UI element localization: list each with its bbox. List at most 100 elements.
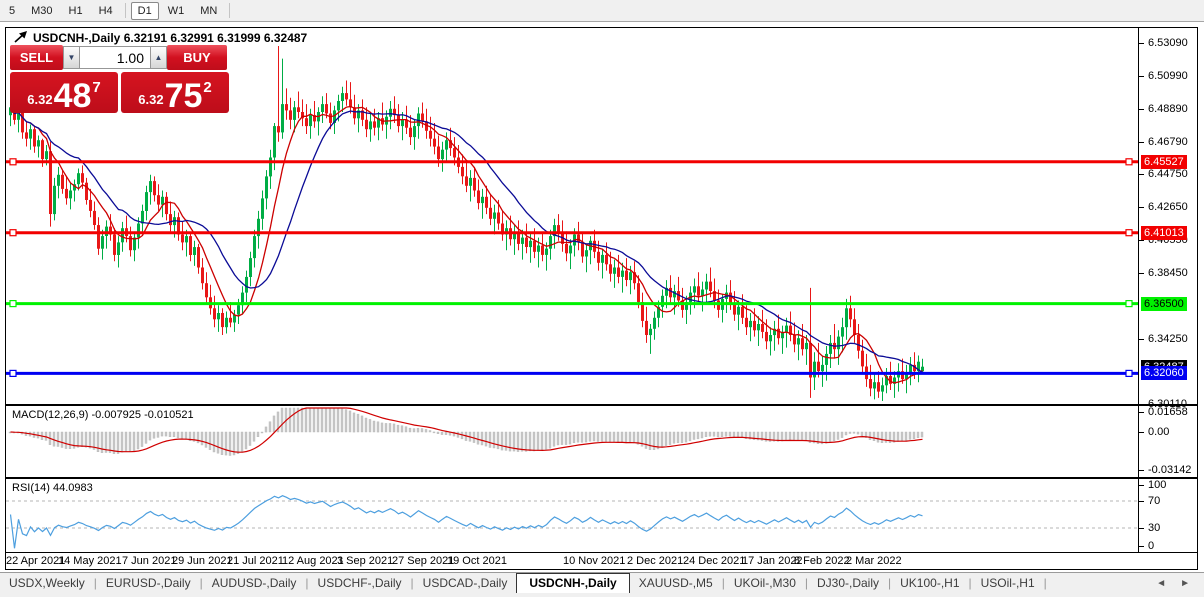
sell-button[interactable]: SELL [10,45,63,70]
date-tick-label: 7 Jun 2021 [122,555,177,567]
timeframe-button-h4[interactable]: H4 [92,2,120,20]
price-tick-label: 6.34250 [1148,332,1188,345]
macd-tick-label: 0.00 [1148,426,1170,439]
sell-price-pips: 48 [53,76,92,115]
tab-eurusd-daily[interactable]: EURUSD-,Daily [97,574,200,592]
date-tick-label: 2 Mar 2022 [846,555,902,567]
price-tick-label: 6.53090 [1148,37,1188,49]
rsi-tick-label: 0 [1148,540,1155,552]
tab-xauusd-m5[interactable]: XAUUSD-,M5 [630,574,722,592]
axis-tick [1139,75,1144,77]
macd-indicator-label: MACD(12,26,9) -0.007925 -0.010521 [12,409,194,421]
buy-price-pips: 75 [164,76,203,115]
date-tick-label: 12 Aug 2021 [282,555,344,567]
level-price-label: 6.32060 [1141,366,1187,381]
timeframe-button-mn[interactable]: MN [193,2,224,20]
buy-button[interactable]: BUY [167,45,227,70]
date-tick-label: 14 May 2021 [58,555,122,567]
axis-tick [1139,412,1144,413]
chart-title-symbol: USDCNH-,Daily [33,31,121,45]
tab-scroll-arrows: ◄ ► [1142,578,1190,589]
tab-ukoil-m30[interactable]: UKOil-,M30 [725,574,805,592]
timeframe-button-d1[interactable]: D1 [130,1,159,20]
tab-usdcnh-daily[interactable]: USDCNH-,Daily [516,572,630,593]
sell-price-display[interactable]: 6.32 48 7 [10,72,118,113]
axis-tick [1139,501,1144,502]
toolbar-separator [124,3,126,18]
tab-scroll-left-icon[interactable]: ◄ [1156,578,1166,589]
tab-scroll-right-icon[interactable]: ► [1180,578,1190,589]
tab-dj30-daily[interactable]: DJ30-,Daily [808,574,888,592]
tab-usoil-h1[interactable]: USOil-,H1 [972,574,1044,592]
date-tick-label: 29 Jun 2021 [172,555,233,567]
price-tick-label: 6.42650 [1148,201,1188,213]
rsi-indicator-label: RSI(14) 44.0983 [12,482,93,494]
tab-usdchf-daily[interactable]: USDCHF-,Daily [309,574,411,592]
tab-uk100-h1[interactable]: UK100-,H1 [891,574,968,592]
axis-tick [1139,338,1144,340]
buy-price-point: 2 [203,79,212,96]
price-tick-label: 6.44750 [1148,168,1188,181]
date-tick-label: 22 Apr 2021 [6,555,66,567]
timeframe-toolbar: 5 M30 H1 H4 D1 W1 MN [0,0,1204,22]
rsi-tick-label: 70 [1148,495,1161,507]
bottom-strip [0,593,1204,597]
timeframe-button-5[interactable]: 5 [2,2,22,20]
volume-increase-button[interactable]: ▲ [150,46,167,69]
axis-tick [1139,485,1144,486]
moving-averages [9,105,923,384]
axis-tick [1139,108,1144,110]
axis-tick [1139,239,1144,241]
pane-divider [6,552,1197,553]
tab-usdcad-daily[interactable]: USDCAD-,Daily [414,574,517,592]
axis-tick [1139,174,1144,176]
price-tick-label: 6.50990 [1148,69,1188,82]
axis-tick [1139,528,1144,529]
sell-price-base: 6.32 [27,92,53,107]
axis-tick [1139,272,1144,274]
chart-window: 6.53090 6.50990 6.48890 6.46790 6.44750 6.426… [5,27,1198,570]
rsi-canvas[interactable] [6,479,1138,552]
level-price-label: 6.41013 [1141,225,1187,240]
macd-tick-label: 0.01658 [1148,406,1188,418]
price-tick-label: 6.48890 [1148,102,1188,115]
axis-tick [1139,207,1144,208]
date-tick-label: 10 Nov 2021 [563,555,626,567]
date-tick-label: 8 Feb 2022 [794,555,850,567]
toolbar-separator [229,3,231,18]
rsi-line [9,495,923,549]
date-tick-label: 27 Sep 2021 [392,555,455,567]
axis-tick [1139,141,1144,143]
rsi-axis[interactable]: 100 70 30 0 [1139,479,1197,552]
volume-decrease-button[interactable]: ▼ [63,46,80,69]
rsi-tick-label: 30 [1148,522,1161,534]
chart-title: USDCNH-,Daily 6.32191 6.32991 6.31999 6.… [33,31,307,45]
timeframe-button-m30[interactable]: M30 [24,2,59,20]
date-tick-label: 2 Dec 2021 [627,555,684,567]
price-axis[interactable]: 6.53090 6.50990 6.48890 6.46790 6.44750 6.426… [1139,28,1197,410]
date-tick-label: 19 Oct 2021 [447,555,507,567]
axis-tick [1139,43,1144,44]
axis-tick [1139,404,1144,405]
axis-tick [1139,470,1144,471]
price-tick-label: 6.38450 [1148,266,1188,279]
rsi-tick-label: 100 [1148,479,1167,491]
tab-separator: | [1043,576,1047,590]
tab-usdx-weekly[interactable]: USDX,Weekly [0,574,94,592]
symbol-tabbar: USDX,Weekly | EURUSD-,Daily | AUDUSD-,Daily |… [0,572,1204,593]
buy-price-display[interactable]: 6.32 75 2 [121,72,229,113]
date-axis[interactable]: 22 Apr 2021 14 May 2021 7 Jun 2021 29 Jun 2… [6,554,1138,570]
macd-tick-label: -0.03142 [1148,464,1192,476]
price-tick-label: 6.46790 [1148,135,1188,148]
one-click-trade-panel: SELL ▼ ▲ BUY 6.32 48 7 6.32 75 2 [10,45,229,113]
date-tick-label: 3 Sep 2021 [337,555,394,567]
tab-audusd-daily[interactable]: AUDUSD-,Daily [203,574,306,592]
timeframe-button-h1[interactable]: H1 [62,2,90,20]
level-price-label: 6.45527 [1141,154,1187,169]
rsi-levels [6,500,1138,529]
level-price-label: 6.36500 [1141,296,1187,311]
macd-axis[interactable]: 0.01658 0.00 -0.03142 [1139,406,1197,477]
buy-price-base: 6.32 [138,92,164,107]
volume-input[interactable] [80,46,150,69]
timeframe-button-w1[interactable]: W1 [161,2,192,20]
